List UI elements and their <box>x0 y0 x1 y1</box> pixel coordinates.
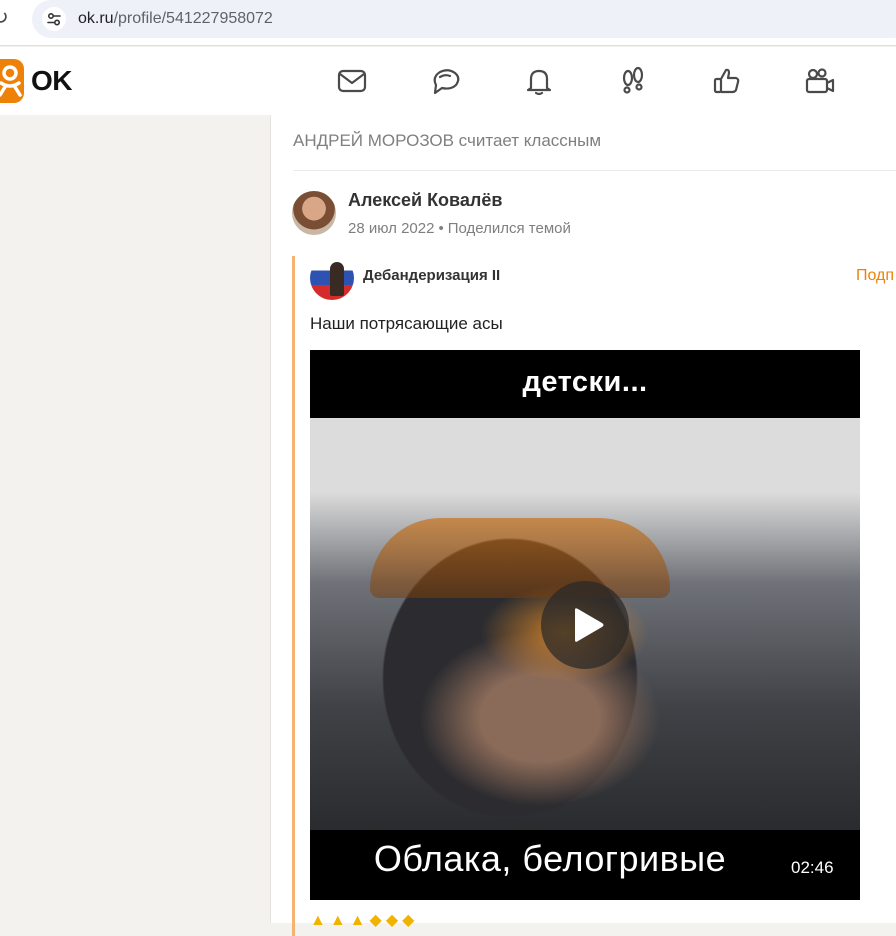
logo-text[interactable]: OK <box>31 65 73 97</box>
events-icon[interactable] <box>711 65 743 97</box>
post-date[interactable]: 28 июл 2022 <box>348 220 434 237</box>
group-avatar-figure <box>330 262 344 296</box>
url-path: /profile/541227958072 <box>113 10 273 27</box>
thumbnail-visor <box>370 518 670 598</box>
url-host: ok.ru <box>78 10 114 27</box>
divider <box>293 170 896 171</box>
feed: АНДРЕЙ МОРОЗОВ считает классным Алексей … <box>270 115 896 936</box>
author-name[interactable]: Алексей Ковалёв <box>348 190 502 211</box>
ok-logo-icon[interactable] <box>0 59 24 103</box>
site-info-icon[interactable] <box>42 7 66 31</box>
reaction-icons[interactable]: ▲▲▲◆◆◆ <box>310 910 418 930</box>
reload-icon[interactable]: ↻ <box>0 6 12 30</box>
subscribe-button[interactable]: Подп <box>856 267 894 285</box>
video-duration: 02:46 <box>791 858 834 877</box>
play-button[interactable] <box>541 581 629 669</box>
group-name[interactable]: Дебандеризация II <box>363 267 500 284</box>
url-text[interactable]: ok.ru/profile/541227958072 <box>78 10 273 28</box>
group-avatar[interactable] <box>310 256 354 300</box>
discussions-icon[interactable] <box>430 65 462 97</box>
video-icon[interactable] <box>804 65 836 97</box>
left-sidebar <box>0 115 270 923</box>
feed-reason[interactable]: АНДРЕЙ МОРОЗОВ считает классным <box>293 131 601 151</box>
notifications-icon[interactable] <box>523 65 555 97</box>
post-action: Поделился темой <box>447 220 571 237</box>
play-icon <box>575 608 604 642</box>
post-meta: 28 июл 2022 • Поделился темой <box>348 220 571 237</box>
browser-toolbar: ↻ ok.ru/profile/541227958072 <box>0 0 896 46</box>
video-top-caption: детски... <box>522 366 648 398</box>
site-header: OK <box>0 47 896 115</box>
video-player[interactable]: детски... Облака, белогривые 02:46 <box>310 350 860 900</box>
address-bar[interactable]: ok.ru/profile/541227958072 <box>32 0 896 38</box>
post-text: Наши потрясающие асы <box>310 314 503 333</box>
video-bottom-caption: Облака, белогривые <box>373 838 727 879</box>
guests-icon[interactable] <box>617 65 649 97</box>
reshare-line <box>292 256 295 936</box>
author-avatar[interactable] <box>292 191 336 235</box>
meta-separator: • <box>438 220 444 237</box>
messages-icon[interactable] <box>336 65 368 97</box>
